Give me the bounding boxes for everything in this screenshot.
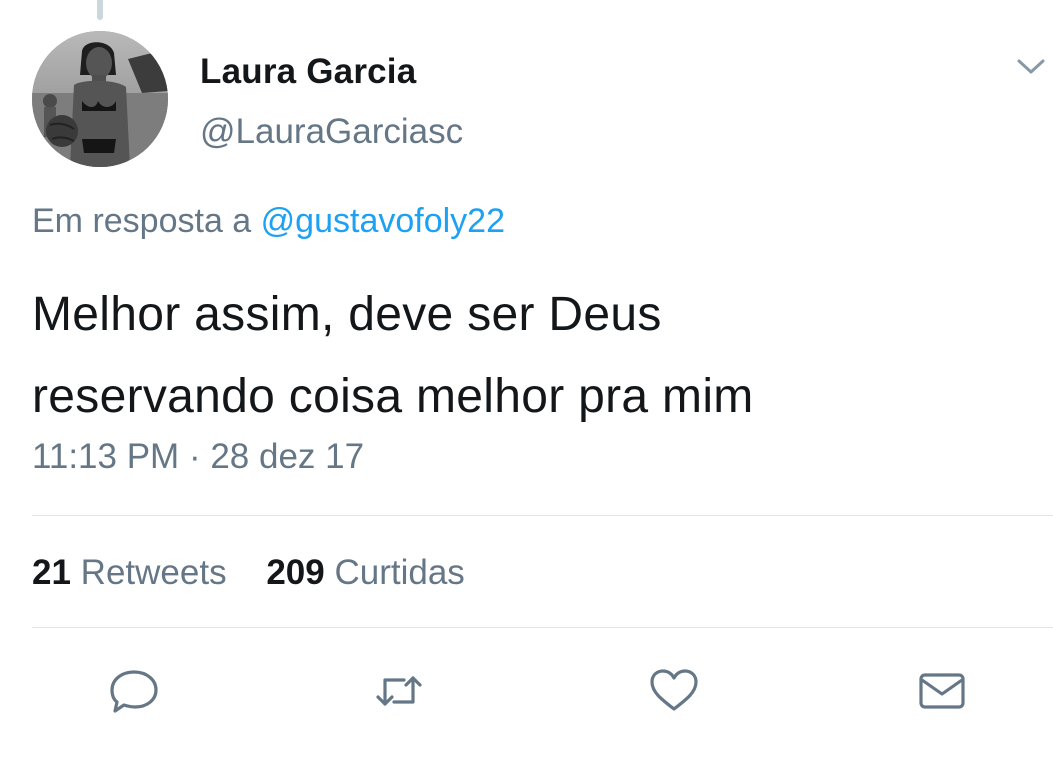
retweets-label: Retweets: [80, 553, 227, 592]
tweet-text-line: reservando coisa melhor pra mim: [32, 370, 754, 423]
likes-stat-link[interactable]: 209 Curtidas: [266, 553, 464, 593]
reply-context: Em resposta a @gustavofoly22: [32, 202, 505, 241]
retweet-icon: [376, 676, 422, 706]
thread-connector-line: [97, 0, 103, 20]
avatar-photo: [32, 31, 168, 167]
share-via-message-button[interactable]: [915, 664, 969, 718]
tweet-timestamp: 11:13 PM · 28 dez 17: [32, 437, 364, 477]
likes-label: Curtidas: [334, 553, 465, 592]
tweet-text: Melhor assim, deve ser Deus reservando c…: [32, 274, 1022, 438]
divider: [32, 515, 1053, 516]
tweet-time: 11:13 PM: [32, 437, 180, 476]
like-button[interactable]: [647, 664, 701, 718]
reply-prefix: Em resposta a: [32, 202, 252, 240]
heart-icon: [650, 669, 698, 711]
tweet-stats: 21 Retweets 209 Curtidas: [32, 553, 465, 593]
retweet-button[interactable]: [372, 664, 426, 718]
reply-button[interactable]: [107, 664, 161, 718]
retweets-count: 21: [32, 553, 71, 592]
reply-bubble-icon: [110, 670, 158, 713]
divider: [32, 627, 1053, 628]
timestamp-separator: ·: [188, 437, 201, 476]
reply-to-mention-link[interactable]: @gustavofoly22: [261, 202, 505, 240]
envelope-icon: [919, 673, 965, 709]
retweets-stat-link[interactable]: 21 Retweets: [32, 553, 227, 593]
likes-count: 209: [266, 553, 325, 592]
tweet-text-line: Melhor assim, deve ser Deus: [32, 288, 662, 341]
avatar[interactable]: [32, 31, 168, 167]
tweet-date: 28 dez 17: [210, 437, 365, 476]
chevron-down-icon[interactable]: [1016, 56, 1046, 78]
author-display-name[interactable]: Laura Garcia: [200, 52, 416, 92]
author-handle[interactable]: @LauraGarciasc: [200, 112, 463, 152]
